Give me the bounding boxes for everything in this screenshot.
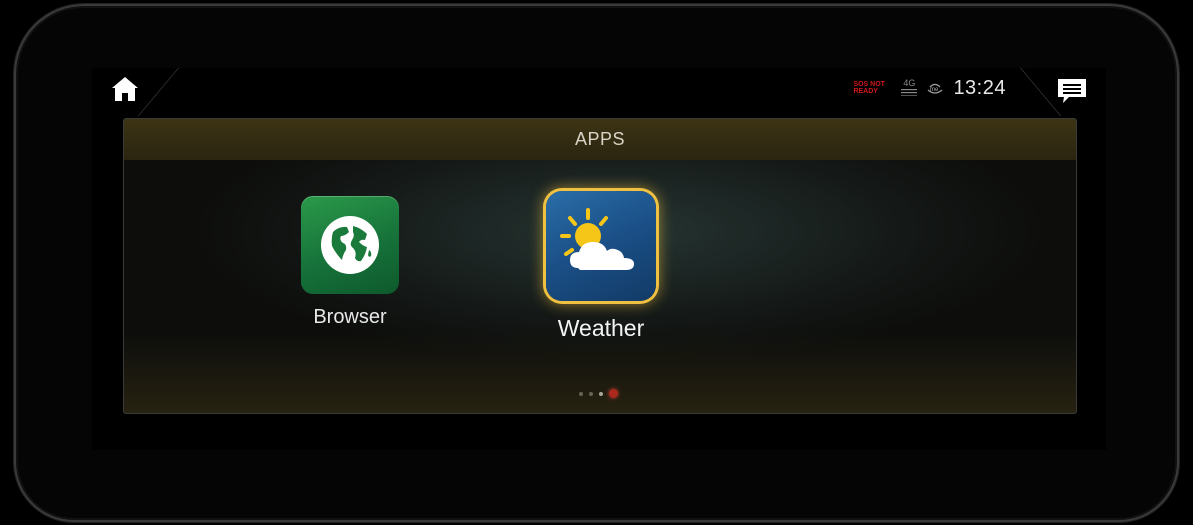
home-button[interactable]: [110, 74, 140, 104]
message-icon: [1058, 79, 1086, 103]
page-dot-current[interactable]: [609, 389, 618, 398]
app-browser[interactable]: Browser: [285, 196, 415, 329]
network-indicator: 4G: [901, 77, 918, 98]
mercedes-me-icon: me: [928, 83, 943, 94]
sos-status: SOS NOT READY: [853, 81, 893, 95]
page-dot[interactable]: [599, 391, 603, 396]
weather-app-icon: [546, 191, 656, 301]
apps-panel: APPS Browser Weather: [123, 118, 1077, 414]
sun-cloud-icon: [560, 208, 634, 270]
network-label: 4G: [903, 77, 916, 88]
page-dot[interactable]: [589, 391, 593, 396]
app-label-weather: Weather: [557, 315, 645, 341]
sos-status-line2: READY: [853, 88, 878, 95]
browser-app-icon: [301, 196, 399, 294]
app-weather[interactable]: Weather: [526, 191, 676, 342]
clock: 13:24: [953, 76, 1006, 99]
page-dot[interactable]: [579, 391, 583, 396]
page-indicator: [579, 389, 618, 398]
messages-button[interactable]: [1056, 76, 1088, 106]
svg-text:me: me: [930, 87, 939, 93]
weather-app-focus-ring: [546, 191, 656, 301]
sos-status-line1: SOS NOT: [853, 81, 885, 88]
status-bar: SOS NOT READY 4G me 13:24: [92, 68, 1106, 116]
status-indicators: SOS NOT READY 4G me 13:24: [853, 72, 1006, 104]
home-icon: [112, 77, 138, 101]
app-label-browser: Browser: [313, 306, 387, 328]
signal-bars-icon: [901, 88, 918, 96]
panel-title: APPS: [124, 119, 1076, 160]
globe-icon: [321, 216, 379, 274]
head-unit-screen: SOS NOT READY 4G me 13:24 APPS Browser W…: [92, 68, 1106, 450]
